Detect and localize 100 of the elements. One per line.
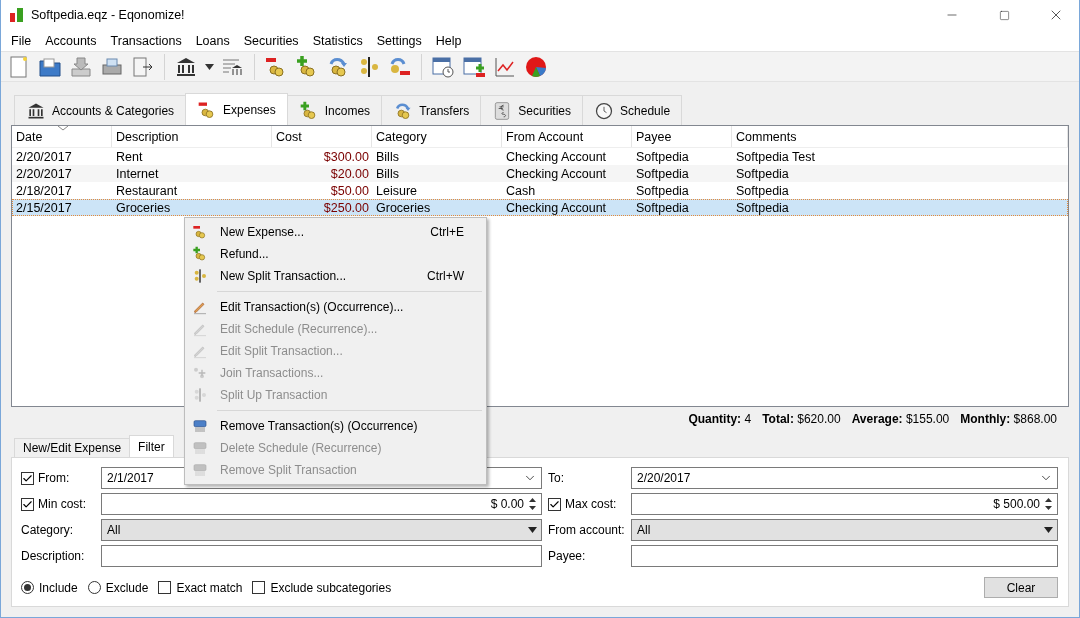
- field-label: From:: [38, 471, 70, 485]
- summary-stat: Total: $620.00: [762, 412, 841, 428]
- table-cell-text: 2/20/2017: [15, 148, 73, 165]
- menu-item[interactable]: Settings: [369, 33, 429, 48]
- tab[interactable]: Schedule: [582, 95, 683, 125]
- table-cell-text: Softpedia: [635, 165, 690, 182]
- coins-minus-icon: [192, 224, 208, 240]
- menu-item[interactable]: File: [4, 33, 39, 48]
- column-header[interactable]: Description: [112, 126, 272, 147]
- clear-button[interactable]: Clear: [984, 577, 1058, 598]
- context-menu-item[interactable]: Refund...: [187, 243, 484, 265]
- field-label: Category:: [21, 523, 75, 537]
- context-menu-item[interactable]: Edit Transaction(s) (Occurrence)...: [187, 296, 484, 318]
- column-header[interactable]: From Account: [502, 126, 632, 147]
- table-cell-text: Bills: [375, 148, 400, 165]
- context-menu-item[interactable]: New Expense... Ctrl+E: [187, 221, 484, 243]
- app-logo-icon: [9, 7, 25, 23]
- join-icon: [192, 365, 208, 381]
- pie-chart-icon[interactable]: [524, 54, 548, 79]
- field-label: To:: [548, 471, 565, 485]
- radio-button[interactable]: [21, 581, 34, 594]
- spinner-icon[interactable]: [528, 496, 537, 512]
- menu-item[interactable]: Help: [428, 33, 469, 48]
- checkbox[interactable]: [21, 471, 34, 485]
- column-header[interactable]: Cost: [272, 126, 372, 147]
- table-cell-text: Softpedia Test: [735, 148, 816, 165]
- table-cell-text: Checking Account: [505, 199, 608, 216]
- context-menu-item[interactable]: Remove Transaction(s) (Occurrence): [187, 415, 484, 437]
- table-cell-text: Restaurant: [115, 182, 179, 199]
- field-label: Description:: [21, 549, 86, 563]
- column-header[interactable]: Category: [372, 126, 502, 147]
- table-cell-text: $20.00: [329, 165, 370, 182]
- tab[interactable]: New/Edit Expense: [14, 438, 131, 457]
- summary-stat: Monthly: $868.00: [960, 412, 1057, 428]
- menu-item[interactable]: Accounts: [38, 33, 104, 48]
- field-label: Max cost:: [565, 497, 617, 511]
- shredder-icon: [192, 418, 208, 434]
- export-icon[interactable]: [131, 54, 155, 79]
- amount-field[interactable]: $ 500.00: [631, 493, 1058, 515]
- coins-plus-icon: [192, 246, 208, 262]
- table-cell-text: Checking Account: [505, 165, 608, 182]
- table-cell-text: Rent: [115, 148, 144, 165]
- caret-icon[interactable]: [205, 63, 214, 70]
- maximize-icon: [998, 9, 1010, 21]
- table-cell-text: Softpedia: [635, 182, 690, 199]
- spinner-icon[interactable]: [1044, 496, 1053, 512]
- amount-field[interactable]: $ 0.00: [101, 493, 542, 515]
- field-label: Payee:: [548, 549, 587, 563]
- checkbox[interactable]: [548, 497, 561, 511]
- tab[interactable]: Filter: [129, 435, 174, 457]
- checkbox[interactable]: [158, 581, 172, 594]
- table-cell-text: Softpedia: [735, 199, 790, 216]
- window-title: Softpedia.eqz - Eqonomize!: [31, 8, 186, 22]
- table-cell-text: $250.00: [322, 199, 370, 216]
- summary-stat: Average: $155.00: [851, 412, 950, 428]
- table-row[interactable]: 2/15/2017 Groceries $250.00 Groceries Checking Account Softpedia Softpedia: [12, 199, 1068, 216]
- checkbox[interactable]: [252, 581, 266, 594]
- column-header[interactable]: Payee: [632, 126, 732, 147]
- category-select[interactable]: All: [101, 519, 542, 541]
- table-cell-text: 2/18/2017: [15, 182, 73, 199]
- table-cell-text: Checking Account: [505, 148, 608, 165]
- description-field[interactable]: [101, 545, 542, 567]
- field-label: Min cost:: [38, 497, 86, 511]
- table-cell-text: 2/15/2017: [15, 199, 73, 216]
- option-label: Exclude subcategories: [270, 580, 392, 595]
- pencil-icon: [192, 299, 208, 315]
- date-field[interactable]: 2/20/2017: [631, 467, 1058, 489]
- column-header[interactable]: Date: [12, 126, 112, 147]
- pencil-icon: [192, 343, 208, 359]
- tray-arrow-icon[interactable]: [69, 54, 93, 79]
- tab[interactable]: Accounts & Categories: [14, 95, 187, 125]
- radio-button[interactable]: [87, 581, 101, 594]
- menu-item[interactable]: Loans: [188, 33, 237, 48]
- clock-icon: [594, 100, 615, 121]
- menu-item[interactable]: Securities: [236, 33, 306, 48]
- table-row[interactable]: 2/20/2017 Internet $20.00 Bills Checking Account Softpedia Softpedia: [12, 165, 1068, 182]
- menu-item[interactable]: Statistics: [305, 33, 370, 48]
- option-label: Include: [39, 580, 78, 595]
- summary-stat: Quantity: 4: [688, 412, 752, 428]
- table-clock-icon[interactable]: [431, 54, 455, 79]
- table-plus-icon[interactable]: [462, 54, 486, 79]
- split-coins-icon: [192, 387, 208, 403]
- context-menu-item[interactable]: New Split Transaction... Ctrl+W: [187, 265, 484, 287]
- shredder-icon: [192, 462, 208, 478]
- caret-icon: [1044, 527, 1053, 533]
- table-cell-text: Softpedia: [735, 182, 790, 199]
- menu-item[interactable]: Transactions: [103, 33, 189, 48]
- tab[interactable]: Expenses: [185, 93, 288, 125]
- table-cell-text: Leisure: [375, 182, 418, 199]
- table-cell-text: Groceries: [375, 199, 432, 216]
- column-header[interactable]: Comments: [732, 126, 1068, 147]
- table-cell-text: Bills: [375, 165, 400, 182]
- split-coins-icon: [192, 268, 208, 284]
- payee-field[interactable]: [631, 545, 1058, 567]
- field-label: From account:: [548, 523, 625, 537]
- shredder-icon: [192, 440, 208, 456]
- pencil-icon: [192, 321, 208, 337]
- checkbox[interactable]: [21, 497, 34, 511]
- account-select[interactable]: All: [631, 519, 1058, 541]
- table-cell-text: Internet: [115, 165, 160, 182]
